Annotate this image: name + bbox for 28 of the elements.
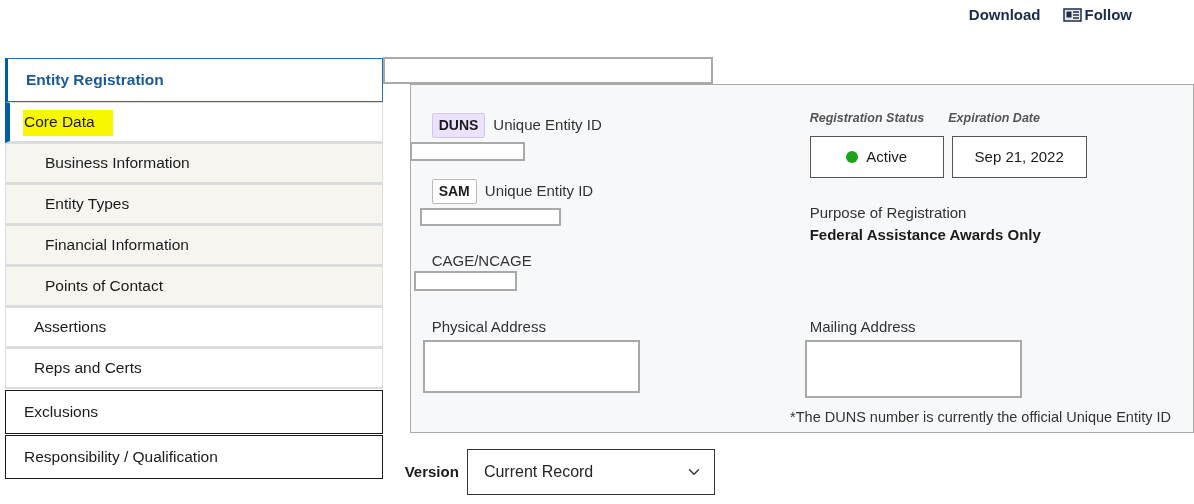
sidebar-item[interactable]: Core Data bbox=[5, 102, 383, 143]
version-select[interactable]: Current Record bbox=[466, 449, 715, 495]
field-label: Unique Entity ID bbox=[493, 115, 602, 136]
date-value: Sep 21, 2022 bbox=[951, 135, 1087, 178]
field-label: Mailing Address bbox=[809, 316, 917, 337]
footnote: *The DUNS number is currently the official Unique Entity ID bbox=[790, 408, 1171, 428]
field-label: Unique Entity ID bbox=[484, 181, 594, 202]
field-label: Expiration Date bbox=[948, 110, 1040, 127]
sidebar-item[interactable]: Reps and Certs bbox=[5, 348, 383, 389]
field-label: CAGE/NCAGE bbox=[431, 251, 532, 271]
sidebar-item[interactable]: Exclusions bbox=[5, 390, 383, 434]
field-label: Registration Status bbox=[809, 110, 925, 127]
sidebar-item[interactable]: Points of Contact bbox=[5, 266, 383, 307]
follow-link[interactable]: Follow bbox=[1062, 5, 1132, 25]
id-type-tag: SAM bbox=[431, 179, 477, 204]
sidebar-item[interactable]: Assertions bbox=[5, 307, 383, 348]
field-label: Purpose of Registration bbox=[809, 202, 968, 223]
sidebar-item[interactable]: Business Information bbox=[5, 143, 383, 184]
field-label: Physical Address bbox=[431, 316, 547, 337]
sidebar-item[interactable]: Financial Information bbox=[5, 225, 383, 266]
field-value: Federal Assistance Awards Only bbox=[809, 225, 1042, 246]
id-type-tag: DUNS bbox=[431, 113, 486, 138]
sidebar-item[interactable]: Entity Types bbox=[5, 184, 383, 225]
download-link[interactable]: Download bbox=[968, 5, 1041, 25]
newspaper-icon bbox=[1062, 8, 1082, 22]
sidebar-item[interactable]: Responsibility / Qualification bbox=[5, 435, 383, 479]
version-label: Version bbox=[404, 461, 459, 482]
status-value: Active bbox=[866, 146, 908, 167]
